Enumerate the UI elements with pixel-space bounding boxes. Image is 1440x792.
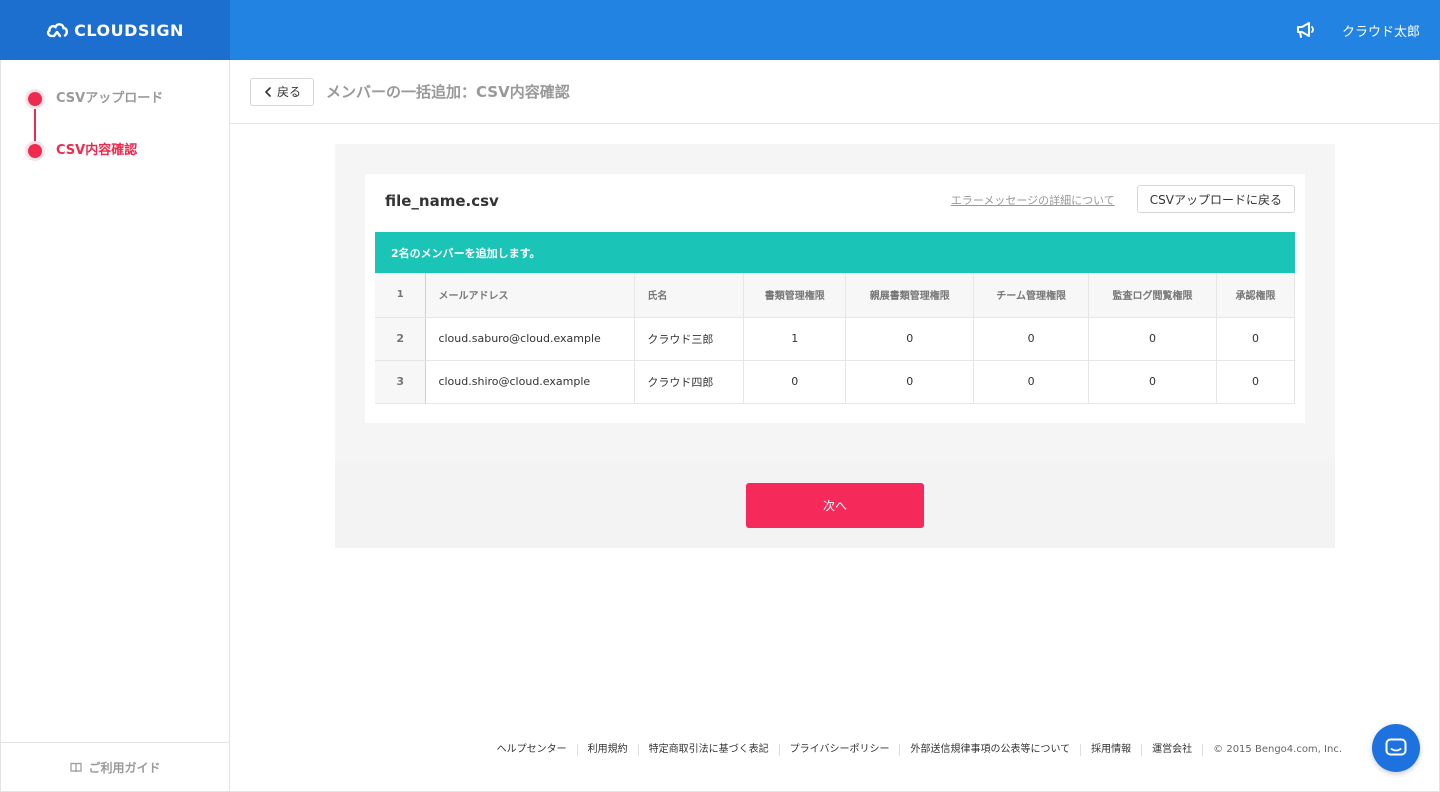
footer-link-privacy[interactable]: プライバシーポリシー xyxy=(780,744,901,756)
member-table: 1 メールアドレス 氏名 書類管理権限 親展書類管理権限 チーム管理権限 監査ロ… xyxy=(375,273,1296,404)
footer-link-external-transmission[interactable]: 外部送信規律事項の公表等について xyxy=(900,744,1082,756)
error-details-link[interactable]: エラーメッセージの詳細について xyxy=(951,190,1115,208)
csv-preview-card: file_name.csv エラーメッセージの詳細について CSVアップロードに… xyxy=(365,174,1305,423)
next-button[interactable]: 次へ xyxy=(746,483,924,528)
copyright: © 2015 Bengo4.com, Inc. xyxy=(1202,744,1342,756)
cell-name: クラウド四郎 xyxy=(634,360,745,404)
table-row: 3 cloud.shiro@cloud.example クラウド四郎 0 0 0… xyxy=(375,360,1296,404)
step-label: CSV内容確認 xyxy=(56,143,138,158)
chat-icon xyxy=(1385,738,1407,756)
step-label: CSVアップロード xyxy=(56,91,164,106)
column-header: 親展書類管理権限 xyxy=(845,273,975,318)
step-dot xyxy=(28,144,42,158)
column-header: 承認権限 xyxy=(1216,273,1296,318)
column-header: 氏名 xyxy=(634,273,745,318)
row-index: 1 xyxy=(375,273,427,318)
file-name: file_name.csv xyxy=(385,192,499,210)
cell-audit-log-permission: 0 xyxy=(1088,317,1217,361)
cell-document-permission: 0 xyxy=(743,360,847,404)
column-header: メールアドレス xyxy=(425,273,636,318)
column-header: 書類管理権限 xyxy=(743,273,847,318)
footer-link-careers[interactable]: 採用情報 xyxy=(1081,744,1143,756)
step-csv-review: CSV内容確認 xyxy=(1,144,229,196)
step-csv-upload: CSVアップロード xyxy=(1,92,229,144)
usage-guide-link[interactable]: ご利用ガイド xyxy=(1,742,230,792)
cell-audit-log-permission: 0 xyxy=(1088,360,1217,404)
chat-launcher-button[interactable] xyxy=(1372,724,1420,772)
cloud-logo-icon xyxy=(47,23,69,38)
cell-email: cloud.saburo@cloud.example xyxy=(425,317,636,361)
row-index: 3 xyxy=(375,360,427,404)
back-button[interactable]: 戻る xyxy=(250,77,315,106)
cell-confidential-permission: 0 xyxy=(845,360,975,404)
action-area: 次へ xyxy=(335,463,1335,548)
step-list: CSVアップロード CSV内容確認 xyxy=(1,60,229,196)
card-header: file_name.csv エラーメッセージの詳細について CSVアップロードに… xyxy=(385,184,1305,214)
table-header-row: 1 メールアドレス 氏名 書類管理権限 親展書類管理権限 チーム管理権限 監査ロ… xyxy=(375,273,1296,318)
footer-link-help-center[interactable]: ヘルプセンター xyxy=(487,744,578,756)
column-header: 監査ログ閲覧権限 xyxy=(1088,273,1217,318)
column-header: チーム管理権限 xyxy=(973,273,1090,318)
user-menu[interactable]: クラウド太郎 xyxy=(1342,21,1420,40)
footer: ヘルプセンター 利用規約 特定商取引法に基づく表記 プライバシーポリシー 外部送… xyxy=(230,740,1342,760)
sidebar: CSVアップロード CSV内容確認 ご利用ガイド xyxy=(0,60,230,792)
table-row: 2 cloud.saburo@cloud.example クラウド三郎 1 0 … xyxy=(375,317,1296,361)
row-index: 2 xyxy=(375,317,427,361)
top-bar: CLOUDSIGN クラウド太郎 xyxy=(0,0,1440,60)
step-dot xyxy=(28,92,42,106)
page-header: 戻る メンバーの一括追加：CSV内容確認 xyxy=(230,60,1440,124)
cell-confidential-permission: 0 xyxy=(845,317,975,361)
book-icon xyxy=(70,762,83,773)
cell-team-permission: 0 xyxy=(973,360,1090,404)
cell-approval-permission: 0 xyxy=(1216,360,1296,404)
footer-link-commerce-law[interactable]: 特定商取引法に基づく表記 xyxy=(639,744,780,756)
back-to-csv-upload-button[interactable]: CSVアップロードに戻る xyxy=(1136,185,1295,213)
cell-approval-permission: 0 xyxy=(1216,317,1296,361)
cell-email: cloud.shiro@cloud.example xyxy=(425,360,636,404)
footer-link-company[interactable]: 運営会社 xyxy=(1142,744,1202,756)
back-label: 戻る xyxy=(277,85,302,99)
content-panel: file_name.csv エラーメッセージの詳細について CSVアップロードに… xyxy=(335,144,1335,548)
footer-link-terms[interactable]: 利用規約 xyxy=(578,744,639,756)
top-right-area: クラウド太郎 xyxy=(230,0,1440,60)
brand-name: CLOUDSIGN xyxy=(74,20,184,40)
brand-logo[interactable]: CLOUDSIGN xyxy=(0,0,230,60)
megaphone-icon[interactable] xyxy=(1296,21,1316,39)
cell-document-permission: 1 xyxy=(743,317,847,361)
cell-team-permission: 0 xyxy=(973,317,1090,361)
chevron-left-icon xyxy=(265,86,271,97)
notice-banner: 2名のメンバーを追加します。 xyxy=(375,232,1295,273)
usage-guide-label: ご利用ガイド xyxy=(88,761,161,775)
page-title: メンバーの一括追加：CSV内容確認 xyxy=(326,83,570,101)
cell-name: クラウド三郎 xyxy=(634,317,745,361)
